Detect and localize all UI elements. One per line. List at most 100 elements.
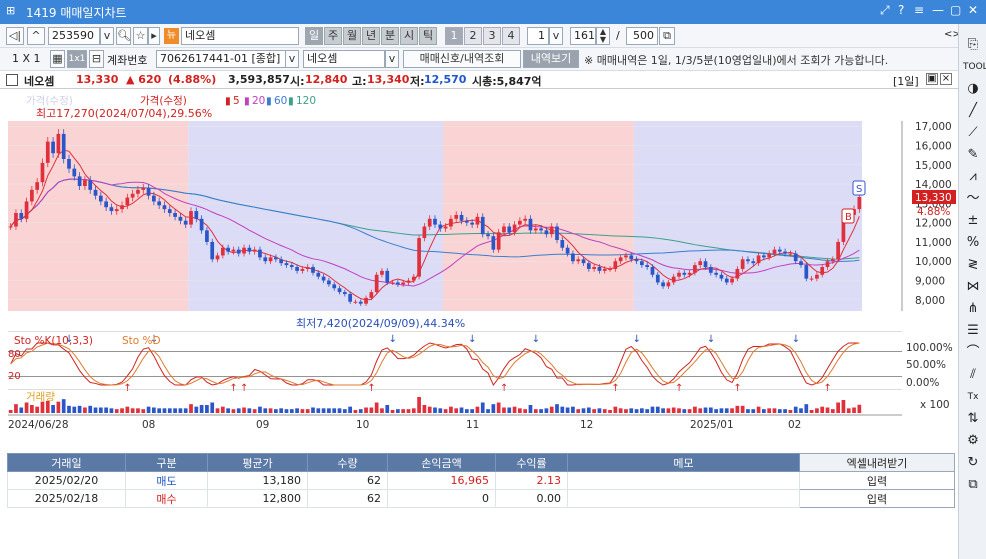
checkbox-icon[interactable] [6, 74, 18, 86]
info-period-label: [1일] [893, 75, 919, 88]
maximize-button[interactable]: ▢ [950, 3, 961, 17]
candle-body [772, 249, 777, 254]
volume-bar [703, 407, 708, 413]
candle-body [19, 213, 24, 219]
candle-body [358, 301, 363, 304]
resize-icon[interactable]: ⤢ [880, 3, 890, 18]
grid-layout-icon[interactable]: ▦ [50, 50, 65, 68]
count-spinner-icon[interactable]: ▲ ▼ [596, 27, 610, 45]
sto-d-line [10, 342, 860, 386]
minimize-button[interactable]: — [932, 3, 944, 17]
stock-select[interactable]: 네오셈 [303, 50, 385, 68]
sto-sell-arrow: ↓ [532, 334, 540, 345]
chart-area[interactable]: 8,000 9,000 10,000 11,000 12,000 13,000 14,000… [0, 89, 958, 434]
pattern-icon[interactable]: ⋈ [963, 278, 983, 296]
line-icon[interactable]: ╱ [963, 102, 983, 120]
percent-icon[interactable]: % [963, 234, 983, 252]
volume-bar [8, 410, 13, 413]
help-icon[interactable]: ? [898, 3, 904, 17]
period-day[interactable]: 일 [305, 27, 323, 45]
info-price: 13,330 [76, 73, 119, 86]
period-week[interactable]: 주 [324, 27, 342, 45]
table-layout-icon[interactable]: ⊟ [89, 50, 104, 68]
add-window-icon[interactable]: ⧉ [659, 27, 675, 45]
stock-dropdown-icon[interactable]: v [385, 50, 399, 68]
volume-bar [730, 408, 734, 413]
page-3-button[interactable]: 3 [483, 27, 501, 45]
code-dropdown-icon[interactable]: v [100, 27, 114, 45]
arc-icon[interactable]: ⌒ [963, 344, 983, 362]
fan-icon[interactable]: ⋔ [963, 300, 983, 318]
window-title: 1419 매매일지차트 [26, 6, 127, 20]
legend-ma60: 60 [274, 95, 287, 107]
pin-icon[interactable]: ⎘ [963, 36, 983, 54]
contrast-icon[interactable]: ◑ [963, 80, 983, 98]
period-minute[interactable]: 분 [381, 27, 399, 45]
window-close-icon[interactable]: × [940, 73, 952, 85]
settings-chart-icon[interactable]: ⚙ [963, 432, 983, 450]
volume-bar [650, 406, 655, 413]
stock-name-field[interactable]: 네오셈 [181, 27, 299, 45]
page-1-button[interactable]: 1 [445, 27, 463, 45]
candle-body [820, 267, 825, 275]
close-button[interactable]: ✕ [968, 3, 978, 17]
volume-bar [279, 408, 284, 413]
config-icon[interactable]: ▸ [148, 27, 160, 45]
plusminus-icon[interactable]: ± [963, 212, 983, 230]
volume-bar [655, 406, 660, 413]
eraser-icon[interactable]: ✎ [963, 146, 983, 164]
stock-code-input[interactable]: 253590 [48, 27, 100, 45]
account-select[interactable]: 7062617441-01 [종합] [156, 50, 286, 68]
total-input[interactable]: 500 [626, 27, 658, 45]
refresh-icon[interactable]: ↻ [963, 454, 983, 472]
legend-ma120-icon: ▮ [288, 95, 294, 107]
volume-bar [459, 407, 464, 413]
period-tick[interactable]: 틱 [419, 27, 437, 45]
text-tool-icon[interactable]: Tx [963, 388, 983, 406]
input-button[interactable]: 입력 [799, 471, 955, 490]
tool-icon[interactable]: TOOL [963, 58, 986, 76]
candle-body [634, 259, 639, 262]
cell-memo[interactable] [567, 471, 800, 490]
candle-body [454, 214, 459, 219]
price-chart-svg[interactable]: 8,0009,00010,00011,00012,00013,00014,000… [0, 89, 958, 434]
layout-1x1-button[interactable]: 1x1 [67, 50, 87, 68]
volume-bar [539, 409, 543, 413]
volume-bar [846, 408, 851, 413]
up-button[interactable]: ^ [27, 27, 45, 45]
interval-dropdown-icon[interactable]: v [549, 27, 563, 45]
ray-icon[interactable]: ⟋ [963, 124, 983, 142]
table-row[interactable]: 2025/02/18 매수 12,800 62 0 0.00 입력 [7, 489, 955, 508]
grid-lines-icon[interactable]: ☰ [963, 322, 983, 340]
period-month[interactable]: 월 [343, 27, 361, 45]
window-restore-icon[interactable]: ▣ [926, 73, 938, 85]
cell-memo[interactable] [567, 489, 800, 508]
wave-icon[interactable]: 〜 [963, 190, 983, 208]
period-hour[interactable]: 시 [400, 27, 418, 45]
export-icon[interactable]: ⧉ [963, 476, 983, 494]
table-row[interactable]: 2025/02/20 매도 13,180 62 16,965 2.13 입력 [7, 471, 955, 490]
history-view-button[interactable]: 내역보기 [523, 50, 579, 68]
excel-download-button[interactable]: 엑셀내려받기 [799, 453, 955, 472]
fibo-icon[interactable]: ≷ [963, 256, 983, 274]
input-button[interactable]: 입력 [799, 489, 955, 508]
page-4-button[interactable]: 4 [502, 27, 520, 45]
sto-axis-50: 50.00% [906, 359, 946, 371]
volume-bar [242, 407, 246, 413]
prev-stock-button[interactable]: ◁| [6, 27, 24, 45]
search-icon[interactable]: 🔍︎ [116, 27, 131, 45]
cell-avg: 12,800 [207, 489, 308, 508]
account-label: 계좌번호 [107, 54, 148, 67]
channel-icon[interactable]: ⫽ [963, 366, 983, 384]
sto-axis-0: 0.00% [906, 377, 939, 389]
menu-icon[interactable]: ≡ [914, 3, 924, 17]
account-dropdown-icon[interactable]: v [285, 50, 299, 68]
interval-input[interactable]: 1 [527, 27, 549, 45]
count-input[interactable]: 161 [570, 27, 596, 45]
sort-icon[interactable]: ⇅ [963, 410, 983, 428]
trade-signal-button[interactable]: 매매신호/내역조회 [403, 50, 521, 68]
period-year[interactable]: 년 [362, 27, 380, 45]
trend-icon[interactable]: ⩘ [963, 168, 983, 186]
page-2-button[interactable]: 2 [464, 27, 482, 45]
favorite-star-icon[interactable]: ☆ [133, 27, 148, 45]
